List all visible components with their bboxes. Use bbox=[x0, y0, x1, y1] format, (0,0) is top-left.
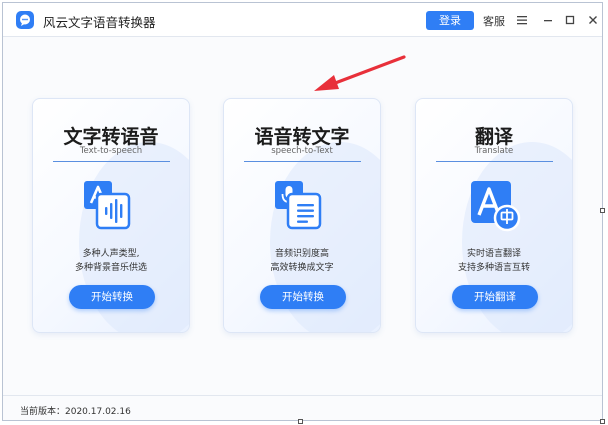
card-description-line: 高效转换成文字 bbox=[270, 263, 334, 273]
card-subtitle: speech-to-Text bbox=[271, 146, 333, 156]
card-text-to-speech: 文字转语音 Text-to-speech 多种人声类型, 多种背景音乐供选 开始… bbox=[32, 98, 190, 333]
resize-handle-bottom[interactable] bbox=[298, 419, 303, 424]
card-translate: 翻译 Translate 实时语言翻译 支持多种语言互转 开始翻译 bbox=[415, 98, 573, 333]
card-divider bbox=[436, 161, 553, 162]
card-title: 文字转语音 bbox=[63, 126, 159, 148]
close-icon[interactable] bbox=[586, 12, 600, 26]
title-bar: 风云文字语音转换器 登录 客服 bbox=[3, 3, 602, 37]
card-description-line: 多种人声类型, bbox=[82, 249, 140, 259]
card-title: 翻译 bbox=[474, 126, 513, 148]
app-title: 风云文字语音转换器 bbox=[43, 15, 156, 30]
app-window: 风云文字语音转换器 登录 客服 文字转语音 Text-to-speech 多种人… bbox=[2, 2, 603, 421]
start-translate-button[interactable]: 开始翻译 bbox=[452, 285, 538, 309]
maximize-icon[interactable] bbox=[563, 12, 577, 26]
customer-service-link[interactable]: 客服 bbox=[483, 13, 505, 29]
login-button[interactable]: 登录 bbox=[426, 11, 474, 30]
card-title: 语音转文字 bbox=[254, 126, 350, 148]
card-description: 音频识别度高 高效转换成文字 bbox=[224, 247, 380, 275]
text-to-speech-icon bbox=[80, 177, 142, 233]
annotation-arrow bbox=[314, 55, 406, 91]
start-speech-to-text-button[interactable]: 开始转换 bbox=[260, 285, 346, 309]
card-description: 多种人声类型, 多种背景音乐供选 bbox=[33, 247, 189, 275]
card-description-line: 多种背景音乐供选 bbox=[74, 263, 147, 273]
speech-to-text-icon bbox=[271, 177, 333, 233]
menu-icon[interactable] bbox=[515, 12, 529, 26]
translate-icon bbox=[463, 177, 525, 233]
minimize-icon[interactable] bbox=[541, 12, 555, 26]
card-description: 实时语言翻译 支持多种语言互转 bbox=[416, 247, 572, 275]
resize-handle-corner[interactable] bbox=[600, 419, 605, 424]
card-description-line: 实时语言翻译 bbox=[466, 249, 521, 259]
resize-handle-right[interactable] bbox=[600, 208, 605, 213]
card-speech-to-text: 语音转文字 speech-to-Text 音频识别度高 高效转换成文字 开始转换 bbox=[223, 98, 381, 333]
start-text-to-speech-button[interactable]: 开始转换 bbox=[69, 285, 155, 309]
card-description-line: 音频识别度高 bbox=[274, 249, 329, 259]
card-subtitle: Translate bbox=[474, 146, 514, 156]
footer-divider bbox=[3, 395, 602, 396]
card-divider bbox=[244, 161, 361, 162]
chat-bubble-icon bbox=[16, 11, 34, 29]
version-label: 当前版本：2020.17.02.16 bbox=[20, 407, 131, 417]
card-divider bbox=[53, 161, 170, 162]
card-description-line: 支持多种语言互转 bbox=[457, 263, 530, 273]
card-subtitle: Text-to-speech bbox=[79, 146, 143, 156]
